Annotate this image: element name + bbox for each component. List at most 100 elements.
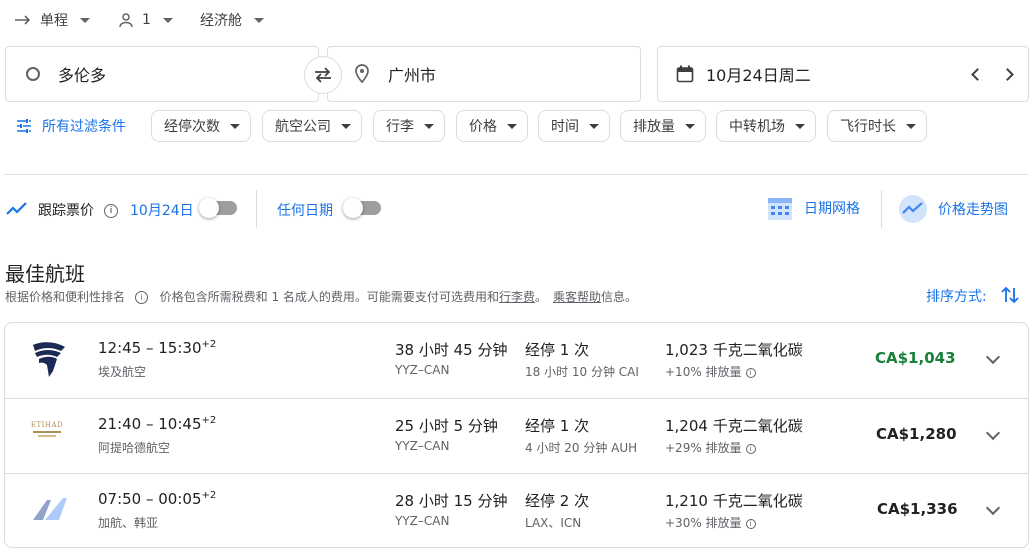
date-value: 10月24日周二: [706, 66, 811, 85]
filter-chip-time[interactable]: 时间: [538, 110, 610, 142]
calendar-grid-icon: [768, 198, 792, 220]
passenger-assistance-link[interactable]: 乘客帮助: [553, 290, 601, 304]
cabin-class-select[interactable]: 经济舱: [200, 8, 264, 32]
expand-chevron-icon[interactable]: [985, 500, 1001, 516]
sort-label[interactable]: 排序方式:: [926, 286, 987, 306]
info-icon[interactable]: i: [134, 291, 148, 304]
flight-results-list: 12:45 – 15:30+2 埃及航空 38 小时 45 分钟 YYZ–CAN…: [4, 322, 1029, 548]
price-note: 价格包含所需税费和 1 名成人的费用。可能需要支付可选费用和: [159, 290, 499, 304]
multi-airline-logo: [33, 498, 67, 520]
price-graph-icon: [899, 195, 927, 223]
date-grid-button[interactable]: 日期网格: [766, 194, 860, 222]
results-heading: 最佳航班: [5, 262, 85, 286]
airline-name: 埃及航空: [98, 365, 147, 379]
flight-duration: 25 小时 5 分钟: [395, 417, 498, 435]
filter-chip-stops[interactable]: 经停次数: [151, 110, 251, 142]
results-subtitle: 根据价格和便利性排名 i 价格包含所需税费和 1 名成人的费用。可能需要支付可选…: [5, 288, 637, 305]
filter-chip-bags[interactable]: 行李: [373, 110, 445, 142]
tune-icon: [17, 119, 31, 133]
chip-label: 排放量: [633, 119, 675, 135]
expand-chevron-icon[interactable]: [985, 425, 1001, 441]
arrow-right-icon: [15, 15, 31, 25]
logo-line: [33, 431, 61, 433]
chip-label: 时间: [551, 119, 579, 135]
price-graph-button[interactable]: 价格走势图: [898, 194, 1008, 224]
chevron-down-icon: [589, 123, 599, 129]
times-text: 21:40 – 10:45: [98, 415, 202, 433]
sort-icon[interactable]: [1001, 285, 1019, 305]
egyptair-logo: [33, 342, 65, 377]
subtitle-text: 。: [534, 290, 547, 304]
chip-label: 飞行时长: [840, 119, 896, 135]
flight-row[interactable]: 07:50 – 00:05+2 加航、韩亚 28 小时 15 分钟 YYZ–CA…: [5, 473, 1028, 547]
chevron-down-icon: [341, 123, 351, 129]
stop-detail: 18 小时 10 分钟 CAI: [525, 365, 639, 379]
flight-price: CA$1,336: [877, 500, 958, 518]
trip-type-select[interactable]: 单程: [14, 8, 90, 32]
airline-name: 阿提哈德航空: [98, 441, 171, 455]
all-filters-button[interactable]: 所有过滤条件: [16, 116, 126, 136]
origin-field[interactable]: 多伦多: [5, 46, 319, 102]
stop-detail: LAX、ICN: [525, 516, 582, 530]
info-icon[interactable]: i: [745, 367, 756, 378]
flight-route: YYZ–CAN: [395, 514, 450, 528]
trip-type-label: 单程: [40, 13, 68, 29]
times-text: 12:45 – 15:30: [98, 339, 202, 357]
origin-value: 多伦多: [58, 66, 107, 85]
expand-chevron-icon[interactable]: [985, 349, 1001, 365]
chevron-down-icon: [507, 123, 517, 129]
chevron-down-icon: [424, 123, 434, 129]
flight-route: YYZ–CAN: [395, 439, 450, 453]
flight-times: 21:40 – 10:45+2: [98, 415, 216, 433]
flight-row[interactable]: 12:45 – 15:30+2 埃及航空 38 小时 45 分钟 YYZ–CAN…: [5, 323, 1028, 398]
chip-label: 中转机场: [729, 119, 785, 135]
filter-chip-connecting-airports[interactable]: 中转机场: [716, 110, 816, 142]
location-pin-icon: [355, 64, 369, 84]
track-date-toggle[interactable]: [199, 198, 237, 218]
airline-name: 加航、韩亚: [98, 516, 159, 530]
cabin-class-label: 经济舱: [200, 13, 242, 29]
filter-chip-duration[interactable]: 飞行时长: [827, 110, 927, 142]
any-date-label: 任何日期: [277, 203, 333, 219]
calendar-icon: [676, 65, 694, 83]
info-icon[interactable]: i: [745, 518, 756, 529]
chevron-down-icon: [80, 17, 90, 23]
day-offset: +2: [201, 339, 217, 350]
filter-chip-price[interactable]: 价格: [456, 110, 528, 142]
chevron-down-icon: [230, 123, 240, 129]
swap-button[interactable]: [304, 56, 342, 94]
flight-row[interactable]: ETIHAD 21:40 – 10:45+2 阿提哈德航空 25 小时 5 分钟…: [5, 398, 1028, 473]
emissions-delta-text: +10% 排放量: [665, 365, 742, 379]
bag-fees-link[interactable]: 行李费: [499, 290, 535, 304]
chevron-right-icon[interactable]: [1001, 68, 1014, 81]
chip-label: 价格: [469, 119, 497, 135]
filter-chip-emissions[interactable]: 排放量: [620, 110, 706, 142]
flight-route: YYZ–CAN: [395, 363, 450, 377]
date-field[interactable]: 10月24日周二: [657, 46, 1029, 102]
passengers-select[interactable]: 1: [118, 8, 173, 32]
day-offset: +2: [201, 415, 217, 426]
info-icon[interactable]: i: [745, 443, 756, 454]
times-text: 07:50 – 00:05: [98, 490, 202, 508]
flight-times: 12:45 – 15:30+2: [98, 339, 216, 357]
info-icon[interactable]: i: [104, 204, 118, 218]
chevron-down-icon: [162, 17, 173, 23]
flight-price: CA$1,043: [875, 349, 956, 367]
passengers-count: 1: [142, 12, 151, 28]
filter-chip-airlines[interactable]: 航空公司: [262, 110, 362, 142]
any-date-toggle[interactable]: [343, 198, 381, 218]
logo-line: [38, 435, 56, 437]
flight-emissions: 1,204 千克二氧化碳: [665, 417, 803, 435]
toggle-knob: [343, 198, 363, 218]
etihad-logo: ETIHAD: [27, 421, 67, 439]
chevron-left-icon[interactable]: [971, 68, 984, 81]
stop-detail: 4 小时 20 分钟 AUH: [525, 441, 638, 455]
chip-label: 行李: [386, 119, 414, 135]
chip-label: 经停次数: [164, 119, 220, 135]
chip-label: 航空公司: [275, 119, 331, 135]
ranking-label: 根据价格和便利性排名: [5, 290, 126, 304]
toggle-knob: [199, 198, 219, 218]
destination-field[interactable]: 广州市: [327, 46, 641, 102]
divider: [881, 190, 882, 228]
flight-stops: 经停 1 次: [525, 341, 590, 359]
